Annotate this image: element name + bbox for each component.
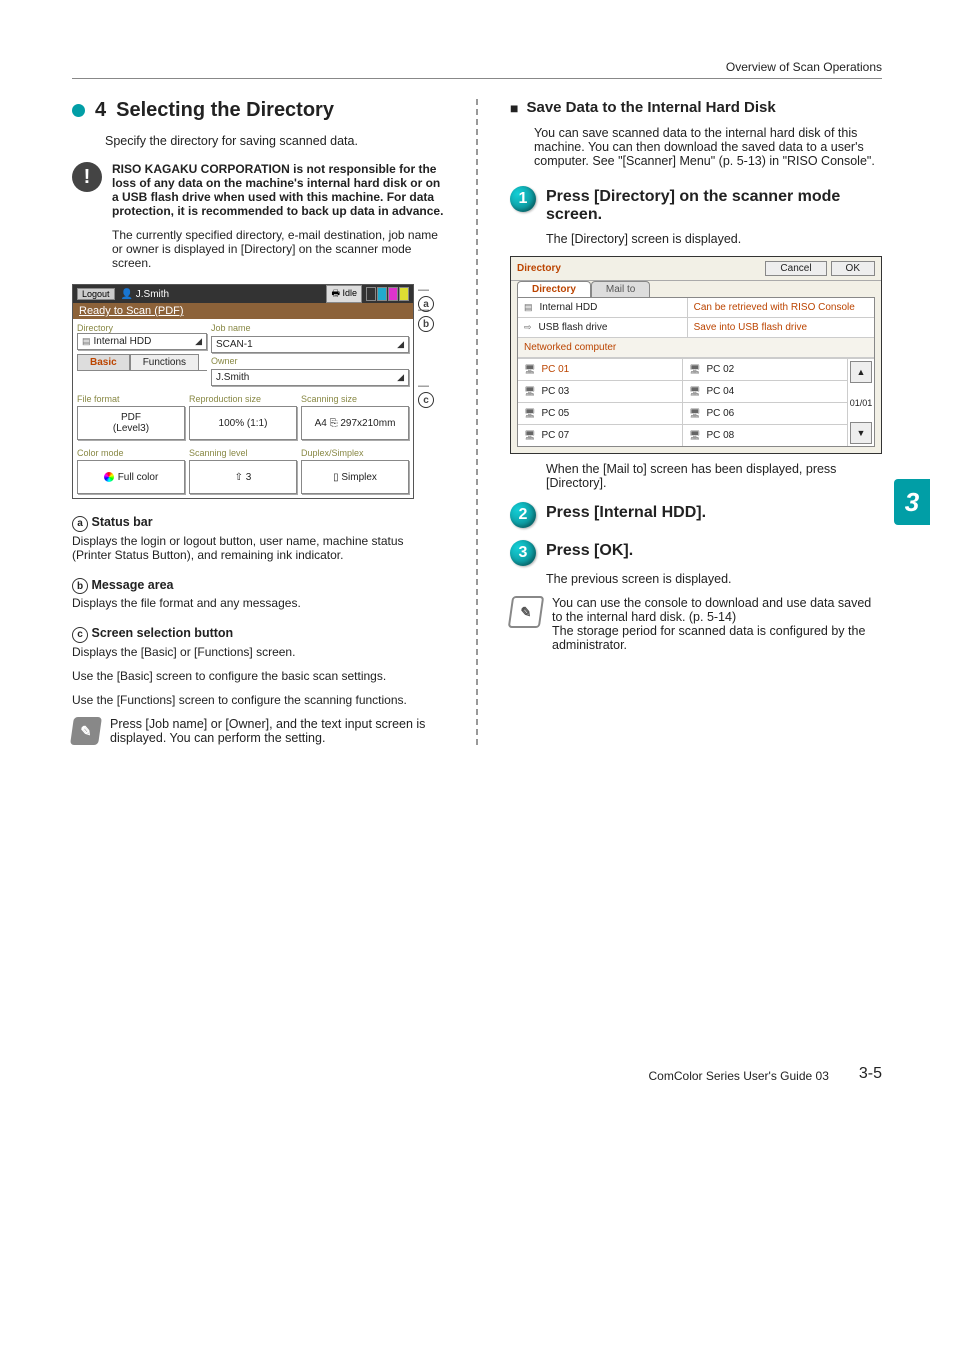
ink-indicator (366, 287, 409, 301)
file-format-label: File format (77, 394, 185, 404)
step-1-body: The [Directory] screen is displayed. (546, 232, 882, 246)
def-3-title: c Screen selection button (72, 626, 444, 643)
pc-item[interactable]: PC 02 (683, 358, 848, 380)
step-3-heading: Press [OK]. (546, 542, 633, 560)
row-usb-info: Save into USB flash drive (688, 318, 874, 337)
tab-basic[interactable]: Basic (77, 354, 130, 370)
def-1-body: Displays the login or logout button, use… (72, 534, 444, 562)
jobname-label: Job name (211, 323, 409, 333)
repro-label: Reproduction size (189, 394, 297, 404)
intro-text: Specify the directory for saving scanned… (105, 134, 444, 148)
directory-value: Internal HDD (94, 336, 152, 347)
breadcrumb: Overview of Scan Operations (72, 60, 882, 79)
annotation-3: — c (418, 380, 444, 408)
page-indicator: 01/01 (850, 398, 873, 408)
tab-mail-to[interactable]: Mail to (591, 281, 650, 297)
row-usb[interactable]: USB flash drive (518, 318, 688, 337)
jobname-value: SCAN-1 (216, 339, 253, 350)
repro-button[interactable]: 100% (1:1) (189, 406, 297, 440)
note-text-right: You can use the console to download and … (552, 596, 882, 652)
file-format-button[interactable]: PDF (Level3) (77, 406, 185, 440)
note-icon: ✎ (508, 596, 544, 628)
scanlevel-button[interactable]: ⇧ 3 (189, 460, 297, 494)
cancel-button[interactable]: Cancel (765, 261, 826, 276)
step-1-icon: 1 (510, 186, 536, 212)
step-2-heading: Press [Internal HDD]. (546, 504, 706, 522)
scanner-panel-mock: Logout 👤 J.Smith 🖶 Idle (72, 284, 414, 499)
section-networked: Networked computer (518, 338, 874, 357)
sub-body: You can save scanned data to the interna… (534, 126, 882, 168)
scanlevel-value: 3 (246, 472, 252, 483)
step-1-heading: Press [Directory] on the scanner mode sc… (546, 188, 882, 224)
pc-item[interactable]: PC 05 (518, 402, 683, 424)
note-icon: ✎ (70, 717, 102, 745)
annotation-2: — b (418, 304, 444, 332)
jobname-button[interactable]: SCAN-1◢ (211, 336, 409, 353)
tab-functions[interactable]: Functions (130, 354, 199, 370)
scansize-label: Scanning size (301, 394, 409, 404)
tab-directory[interactable]: Directory (517, 281, 591, 297)
user-icon: 👤 (121, 289, 133, 300)
def-3-body-c: Use the [Functions] screen to configure … (72, 693, 444, 707)
step-2-icon: 2 (510, 502, 536, 528)
chapter-tab: 3 (894, 479, 930, 525)
column-divider (476, 99, 478, 745)
caution-icon: ! (72, 162, 102, 192)
duplex-label: Duplex/Simplex (301, 448, 409, 458)
section-heading: Selecting the Directory (116, 99, 334, 122)
colormode-label: Color mode (77, 448, 185, 458)
square-bullet-icon: ■ (510, 100, 518, 116)
step-3-body: The previous screen is displayed. (546, 572, 882, 586)
note-text: Press [Job name] or [Owner], and the tex… (110, 717, 444, 745)
logout-button[interactable]: Logout (77, 288, 115, 300)
printer-status-button[interactable]: 🖶 Idle (326, 285, 362, 303)
pc-item[interactable]: PC 08 (683, 424, 848, 446)
pc-item[interactable]: PC 07 (518, 424, 683, 446)
pc-item[interactable]: PC 01 (518, 358, 683, 380)
owner-value: J.Smith (216, 372, 249, 383)
step-1-after: When the [Mail to] screen has been displ… (546, 462, 882, 490)
pc-item[interactable]: PC 03 (518, 380, 683, 402)
printer-icon: 🖶 (331, 288, 340, 298)
caution-bold: RISO KAGAKU CORPORATION is not responsib… (112, 162, 444, 218)
user-label: 👤 J.Smith (121, 289, 170, 300)
scroll-up-button[interactable]: ▲ (850, 361, 872, 383)
caution-paragraph: The currently specified directory, e-mai… (112, 228, 444, 270)
sub-heading: Save Data to the Internal Hard Disk (526, 99, 775, 116)
message-area: Ready to Scan (PDF) (73, 303, 413, 319)
user-name: J.Smith (136, 289, 169, 300)
directory-label: Directory (77, 323, 207, 333)
row-internal-hdd-info: Can be retrieved with RISO Console (688, 298, 874, 317)
directory-dialog-mock: Directory Cancel OK Directory Mail to In… (510, 256, 882, 454)
duplex-value: Simplex (341, 472, 377, 483)
page-number: 3-5 (859, 1065, 882, 1083)
ok-button[interactable]: OK (831, 261, 875, 276)
pc-item[interactable]: PC 06 (683, 402, 848, 424)
colormode-value: Full color (118, 472, 159, 483)
pc-item[interactable]: PC 04 (683, 380, 848, 402)
def-2-title: b Message area (72, 578, 444, 595)
def-2-body: Displays the file format and any message… (72, 596, 444, 610)
row-internal-hdd[interactable]: Internal HDD (518, 298, 688, 317)
def-1-title: a Status bar (72, 515, 444, 532)
duplex-button[interactable]: ▯ Simplex (301, 460, 409, 494)
owner-button[interactable]: J.Smith◢ (211, 369, 409, 386)
bullet-icon (72, 104, 85, 117)
def-3-body-b: Use the [Basic] screen to configure the … (72, 669, 444, 683)
step-number: 4 (95, 99, 106, 122)
colormode-button[interactable]: Full color (77, 460, 185, 494)
simplex-icon: ▯ (333, 472, 339, 483)
dialog-title: Directory (517, 263, 561, 274)
owner-label: Owner (211, 356, 409, 366)
footer-guide: ComColor Series User's Guide 03 (649, 1069, 829, 1083)
status-bar: Logout 👤 J.Smith 🖶 Idle (73, 285, 413, 303)
status-text: Idle (342, 288, 357, 298)
scansize-button[interactable]: A4 ⎘ 297x210mm (301, 406, 409, 440)
scanlevel-label: Scanning level (189, 448, 297, 458)
scanlevel-icon: ⇧ (235, 472, 243, 483)
step-3-icon: 3 (510, 540, 536, 566)
def-3-body-a: Displays the [Basic] or [Functions] scre… (72, 645, 444, 659)
directory-button[interactable]: Internal HDD◢ (77, 333, 207, 350)
scroll-down-button[interactable]: ▼ (850, 422, 872, 444)
